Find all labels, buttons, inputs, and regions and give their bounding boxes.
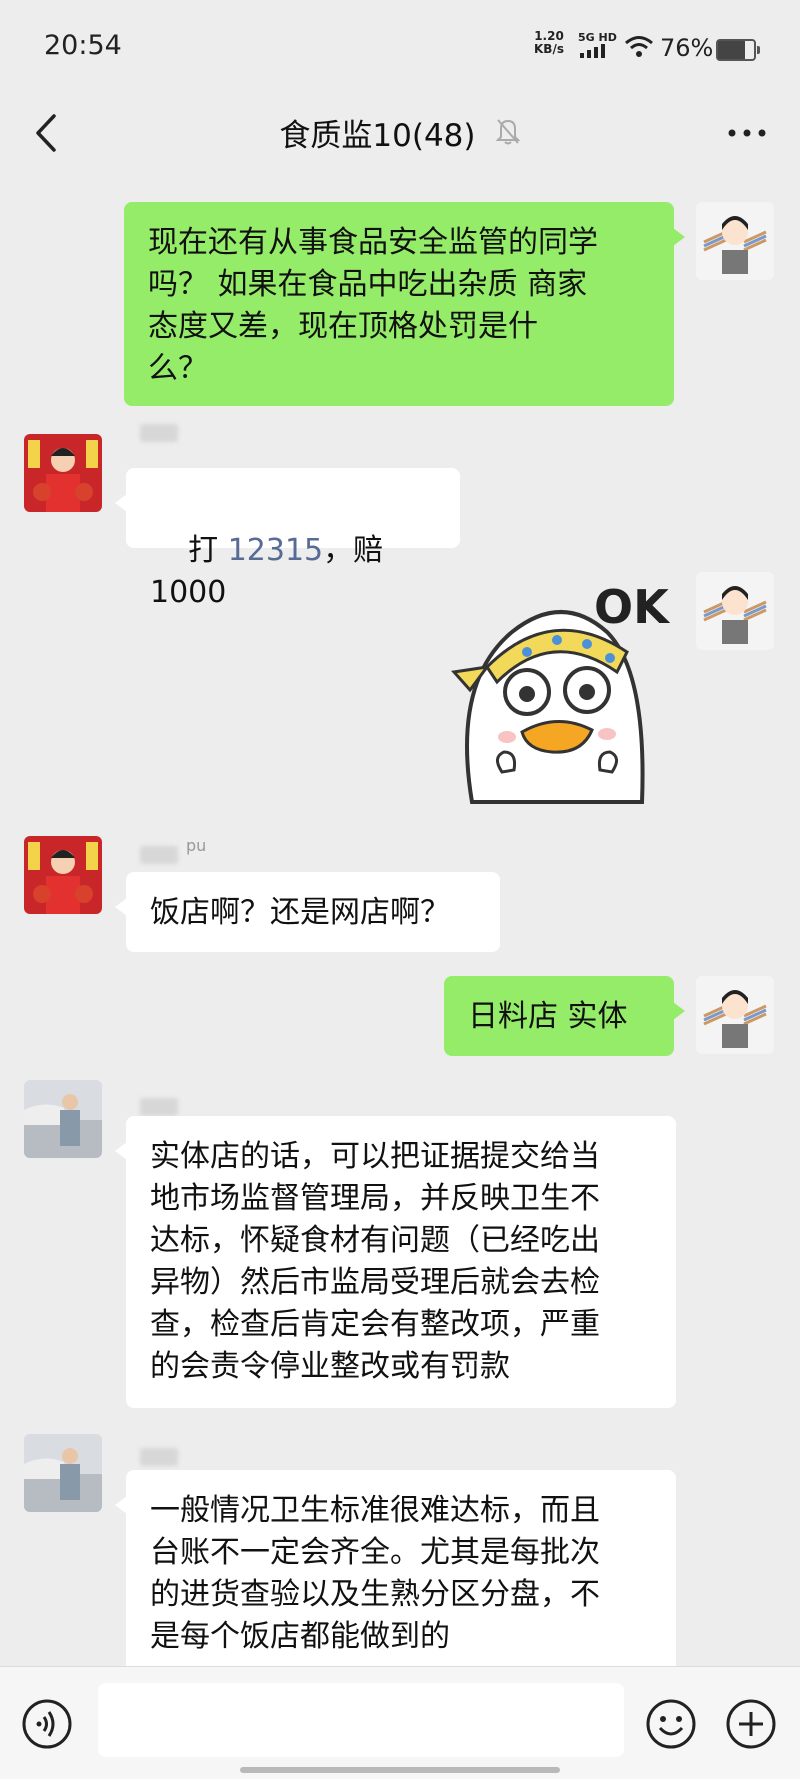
signal-icon: 5G HD: [578, 32, 617, 62]
message-text: 打: [188, 533, 228, 568]
avatar[interactable]: [696, 976, 774, 1054]
status-time: 20:54: [44, 30, 122, 61]
chat-title[interactable]: 食质监10(48): [279, 118, 475, 154]
avatar[interactable]: [24, 1434, 102, 1512]
avatar[interactable]: [696, 202, 774, 280]
network-type-label: 5G HD: [578, 31, 617, 44]
message-bubble[interactable]: 一般情况卫生标准很难达标，而且 台账不一定会齐全。尤其是每批次 的进货查验以及生…: [115, 1470, 676, 1674]
battery-icon: [716, 39, 760, 61]
avatar[interactable]: [696, 572, 774, 650]
duck-ok-sticker[interactable]: [432, 572, 672, 812]
avatar[interactable]: [24, 836, 102, 914]
bell-off-icon: [495, 117, 521, 149]
message-bubble[interactable]: 现在还有从事食品安全监管的同学 吗？ 如果在食品中吃出杂质 商家 态度又差，现在…: [124, 202, 685, 406]
message-input[interactable]: [98, 1683, 624, 1757]
phone-link[interactable]: 12315: [228, 533, 323, 568]
message-bubble[interactable]: 实体店的话，可以把证据提交给当 地市场监督管理局，并反映卫生不 达标，怀疑食材有…: [115, 1116, 676, 1408]
status-bar: 20:54 1.20 KB/s 5G HD 76%: [0, 0, 800, 90]
chat-header: 食质监10(48): [0, 90, 800, 176]
sender-name-blurred: [140, 424, 178, 442]
sender-name-suffix: pu: [186, 836, 207, 855]
message-bubble[interactable]: 打 12315，赔 1000: [115, 468, 460, 610]
sender-name-blurred: [140, 1448, 178, 1466]
more-dots-icon[interactable]: [722, 118, 772, 148]
message-bubble[interactable]: 饭店啊？还是网店啊？: [115, 872, 500, 952]
sender-name-blurred: [140, 846, 178, 864]
battery-percent: 76%: [660, 34, 714, 62]
message-bubble[interactable]: 日料店 实体: [444, 976, 685, 1056]
wifi-icon: [624, 34, 654, 62]
sender-name-blurred: [140, 1098, 178, 1116]
plus-circle-icon[interactable]: [724, 1697, 778, 1755]
avatar[interactable]: [24, 434, 102, 512]
voice-icon[interactable]: [20, 1697, 74, 1755]
home-indicator[interactable]: [240, 1767, 560, 1773]
emoji-icon[interactable]: [644, 1697, 698, 1755]
network-speed-unit: KB/s: [534, 42, 564, 56]
chat-title-wrap: 食质监10(48): [0, 110, 800, 155]
avatar[interactable]: [24, 1080, 102, 1158]
input-bar: [0, 1666, 800, 1779]
network-speed: 1.20 KB/s: [534, 30, 564, 56]
